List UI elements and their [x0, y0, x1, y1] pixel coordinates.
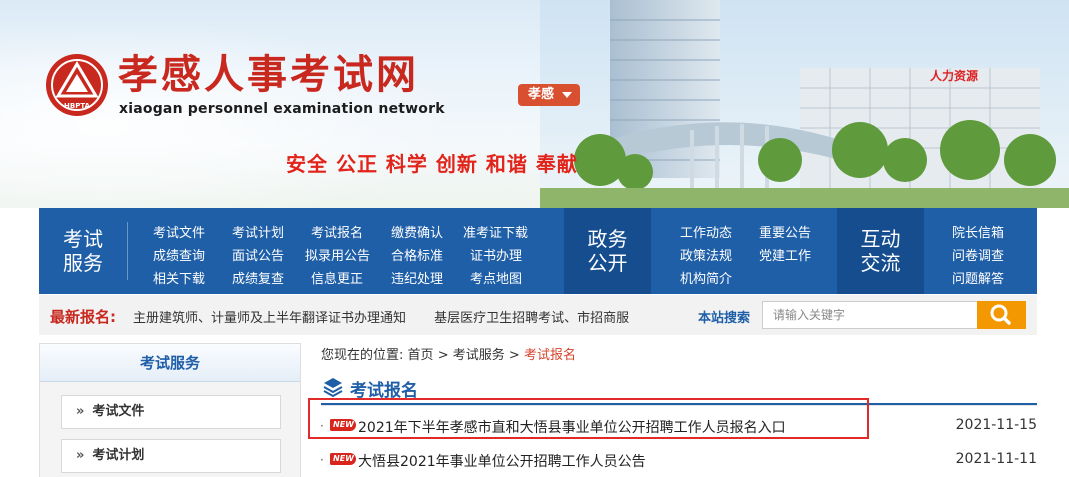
news-label: 最新报名: [50, 308, 116, 326]
site-header: 人力资源 HBPTA 孝感人事考试网 xiaogan personnel exa… [0, 0, 1069, 208]
double-chevron-right-icon: » [76, 448, 85, 463]
news-ticker: 主册建筑师、计量师及上半年翻译证书办理通知 基层医疗卫生招聘考试、市招商服 [133, 307, 663, 326]
breadcrumb-prefix: 您现在的位置: [321, 348, 404, 363]
news-ticker-item[interactable]: 主册建筑师、计量师及上半年翻译证书办理通知 [133, 311, 406, 326]
nav-link-work-news[interactable]: 工作动态 [680, 222, 732, 241]
nav-link-interview-notice[interactable]: 面试公告 [232, 245, 284, 264]
nav-link-exam-files[interactable]: 考试文件 [153, 222, 205, 241]
site-subtitle: xiaogan personnel examination network [119, 101, 445, 117]
list-item: · NEW 大悟县2021年事业单位公开招聘工作人员公告 2021-11-11 [318, 448, 1037, 472]
nav-link-certificate[interactable]: 证书办理 [470, 245, 522, 264]
nav-link-party-work[interactable]: 党建工作 [759, 245, 811, 264]
nav-link-score-query[interactable]: 成绩查询 [153, 245, 205, 264]
nav-divider [127, 222, 128, 280]
nav-link-payment-confirm[interactable]: 缴费确认 [391, 222, 443, 241]
nav-link-exam-register[interactable]: 考试报名 [311, 222, 363, 241]
nav-section-interaction[interactable]: 互动交流 [837, 208, 924, 294]
slogan: 安全 公正 科学 创新 和谐 奉献 [286, 152, 578, 176]
nav-link-discipline[interactable]: 违纪处理 [391, 268, 443, 287]
logo-text: HBPTA [64, 102, 91, 110]
nav-link-hiring-notice[interactable]: 拟录用公告 [305, 245, 370, 264]
nav-section-title: 政务公开 [587, 227, 628, 275]
sidebar-item-label: 考试计划 [92, 448, 145, 463]
building-illustration: 人力资源 [540, 0, 1069, 208]
nav-link-info-correction[interactable]: 信息更正 [311, 268, 363, 287]
logo-icon: HBPTA [46, 54, 108, 116]
breadcrumb-exam-service[interactable]: 考试服务 [453, 348, 505, 363]
sidebar-item-label: 考试文件 [92, 404, 145, 419]
search-input[interactable] [762, 301, 978, 329]
news-ticker-item[interactable]: 基层医疗卫生招聘考试、市招商服 [434, 311, 629, 326]
nav-section-title: 互动交流 [860, 227, 901, 275]
breadcrumb: 您现在的位置: 首页 > 考试服务 > 考试报名 [321, 344, 576, 363]
news-bar: 最新报名: 主册建筑师、计量师及上半年翻译证书办理通知 基层医疗卫生招聘考试、市… [39, 295, 1037, 335]
sidebar-item-exam-files[interactable]: » 考试文件 [61, 395, 281, 429]
bullet: · [320, 453, 324, 467]
sidebar: 考试服务 » 考试文件 » 考试计划 [39, 343, 301, 477]
chevron-down-icon [562, 92, 572, 98]
city-select-label: 孝感 [528, 87, 555, 102]
nav-link-exam-plan[interactable]: 考试计划 [232, 222, 284, 241]
city-select[interactable]: 孝感 [518, 84, 580, 106]
search-label: 本站搜索 [698, 311, 751, 326]
article-date: 2021-11-15 [955, 417, 1037, 433]
nav-link-downloads[interactable]: 相关下载 [153, 268, 205, 287]
new-badge-icon: NEW [330, 453, 356, 465]
nav-section-title: 考试服务 [63, 227, 103, 275]
sidebar-item-exam-plan[interactable]: » 考试计划 [61, 439, 281, 473]
nav-link-venue-map[interactable]: 考点地图 [470, 268, 522, 287]
breadcrumb-separator: > [437, 348, 449, 363]
site-title: 孝感人事考试网 [118, 51, 419, 98]
nav-link-admission-ticket[interactable]: 准考证下载 [463, 222, 528, 241]
highlight-annotation [308, 398, 869, 439]
double-chevron-right-icon: » [76, 404, 85, 419]
article-link[interactable]: 大悟县2021年事业单位公开招聘工作人员公告 [358, 451, 646, 471]
new-badge-label: NEW [333, 454, 354, 463]
article-date: 2021-11-11 [955, 451, 1037, 467]
breadcrumb-home[interactable]: 首页 [408, 348, 434, 363]
nav-section-gov-affairs[interactable]: 政务公开 [564, 208, 651, 294]
main-nav: 考试服务 考试文件 考试计划 考试报名 缴费确认 准考证下载 成绩查询 面试公告… [39, 208, 1037, 294]
nav-link-org-intro[interactable]: 机构简介 [680, 268, 732, 287]
nav-link-faq[interactable]: 问题解答 [952, 268, 1004, 287]
layers-icon [323, 378, 343, 398]
nav-link-survey[interactable]: 问卷调查 [952, 245, 1004, 264]
nav-link-director-mailbox[interactable]: 院长信箱 [952, 222, 1004, 241]
nav-link-important-notice[interactable]: 重要公告 [759, 222, 811, 241]
sidebar-title: 考试服务 [40, 344, 300, 382]
search-icon [990, 304, 1011, 325]
building-sign: 人力资源 [930, 68, 978, 83]
breadcrumb-current: 考试报名 [523, 348, 576, 363]
nav-section-exam-service[interactable]: 考试服务 [39, 208, 127, 294]
search-button[interactable] [977, 301, 1026, 329]
nav-link-policy[interactable]: 政策法规 [680, 245, 732, 264]
nav-link-pass-standard[interactable]: 合格标准 [391, 245, 443, 264]
nav-link-score-recheck[interactable]: 成绩复查 [232, 268, 284, 287]
breadcrumb-separator: > [508, 348, 520, 363]
